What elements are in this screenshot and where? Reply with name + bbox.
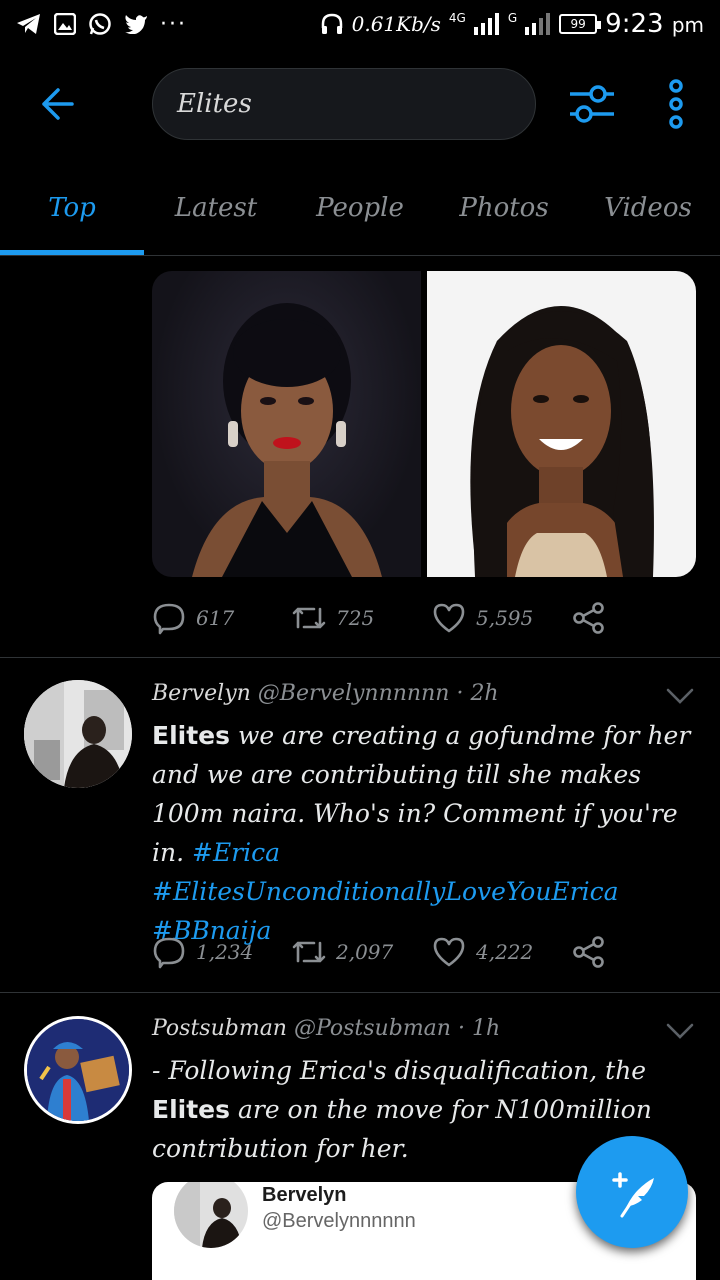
search-app-bar: Elites (0, 48, 720, 160)
twitter-icon (125, 15, 147, 34)
tweet-1-header: Bervelyn @Bervelynnnnnn · 2h (152, 681, 499, 706)
network-speed: 0.61Kb/s (351, 12, 441, 36)
avatar[interactable] (24, 1016, 132, 1124)
gallery-icon (54, 13, 76, 35)
tweet-1-actions: 1,234 2,097 4,222 (152, 928, 672, 976)
tweet-photo-1[interactable] (152, 271, 421, 577)
battery-level: 99 (570, 17, 586, 31)
tab-top[interactable]: Top (0, 160, 144, 255)
share-icon (573, 936, 604, 968)
tweet-photo-2[interactable] (427, 271, 696, 577)
tweet-1-text: Elites we are creating a gofundme for he… (152, 716, 702, 950)
author-name[interactable]: Bervelyn (152, 681, 251, 706)
battery-icon: 99 (559, 14, 602, 34)
network-type-2: G (507, 11, 518, 25)
tweet-0-actions: 617 725 5,595 (152, 594, 672, 642)
retweet-count: 725 (336, 606, 375, 630)
tweet-time: 1h (471, 1016, 501, 1041)
search-tabs: Top Latest People Photos Videos (0, 160, 720, 256)
tweet-keyword: Elites (152, 721, 231, 750)
whatsapp-icon (89, 13, 111, 35)
retweet-button[interactable]: 2,097 (292, 935, 432, 969)
reply-count: 1,234 (196, 940, 254, 964)
tab-latest[interactable]: Latest (144, 160, 288, 255)
share-button[interactable] (572, 935, 606, 969)
share-button[interactable] (572, 601, 606, 635)
headphones-icon (321, 13, 342, 34)
quote-avatar (174, 1182, 248, 1248)
compose-feather-icon (612, 1172, 654, 1218)
author-name[interactable]: Postsubman (152, 1016, 287, 1041)
signal-icon (473, 13, 499, 35)
retweet-icon (292, 607, 326, 629)
chevron-down-icon[interactable] (664, 1021, 696, 1041)
like-button[interactable]: 4,222 (432, 935, 572, 969)
heart-icon (433, 937, 465, 967)
signal-icon-2 (525, 13, 551, 35)
separator-dot: · (457, 1016, 465, 1041)
author-handle[interactable]: @Bervelynnnnnn (258, 681, 450, 706)
tweet-time: 2h (470, 681, 499, 706)
tab-people[interactable]: People (288, 160, 432, 255)
chevron-down-icon[interactable] (664, 686, 696, 706)
like-button[interactable]: 5,595 (432, 601, 572, 635)
hashtag-link[interactable]: #ElitesUnconditionallyLoveYouErica (152, 877, 619, 906)
separator-dot: · (456, 681, 464, 706)
tweet-keyword: Elites (152, 1095, 231, 1124)
share-icon (573, 602, 604, 634)
tweet-body: - Following Erica's disqualification, th… (152, 1056, 647, 1085)
reply-button[interactable]: 617 (152, 601, 292, 635)
network-type-1: 4G (448, 11, 466, 25)
retweet-count: 2,097 (336, 940, 394, 964)
like-count: 5,595 (476, 606, 534, 630)
search-input[interactable]: Elites (152, 68, 536, 140)
overflow-menu-icon[interactable] (660, 78, 692, 130)
avatar[interactable] (24, 680, 132, 788)
quote-author-name: Bervelyn (262, 1184, 347, 1206)
search-query: Elites (177, 89, 252, 119)
reply-button[interactable]: 1,234 (152, 935, 292, 969)
clock: 9:23 pm (605, 9, 704, 39)
tweet-2-header: Postsubman @Postsubman · 1h (152, 1016, 500, 1041)
tab-photos[interactable]: Photos (432, 160, 576, 255)
clock-ampm: pm (671, 13, 704, 37)
telegram-icon (17, 14, 40, 34)
retweet-button[interactable]: 725 (292, 601, 432, 635)
tweet-media[interactable] (152, 271, 696, 577)
back-arrow-icon[interactable] (36, 84, 76, 124)
tweet-divider (0, 992, 720, 993)
reply-count: 617 (196, 606, 235, 630)
reply-icon (153, 937, 185, 969)
reply-icon (153, 603, 185, 635)
status-bar: ··· 0.61Kb/s 4G G 99 9:23 pm (0, 0, 720, 48)
heart-icon (433, 603, 465, 633)
like-count: 4,222 (476, 940, 534, 964)
compose-tweet-button[interactable] (576, 1136, 688, 1248)
tweet-divider (0, 657, 720, 658)
tab-videos[interactable]: Videos (576, 160, 720, 255)
hashtag-link[interactable]: #Erica (192, 838, 280, 867)
author-handle[interactable]: @Postsubman (294, 1016, 451, 1041)
clock-time: 9:23 (605, 9, 664, 39)
search-filter-icon[interactable] (568, 80, 616, 128)
more-notifications-icon: ··· (160, 11, 187, 37)
quote-author-handle: @Bervelynnnnnn (262, 1210, 416, 1232)
retweet-icon (292, 941, 326, 963)
